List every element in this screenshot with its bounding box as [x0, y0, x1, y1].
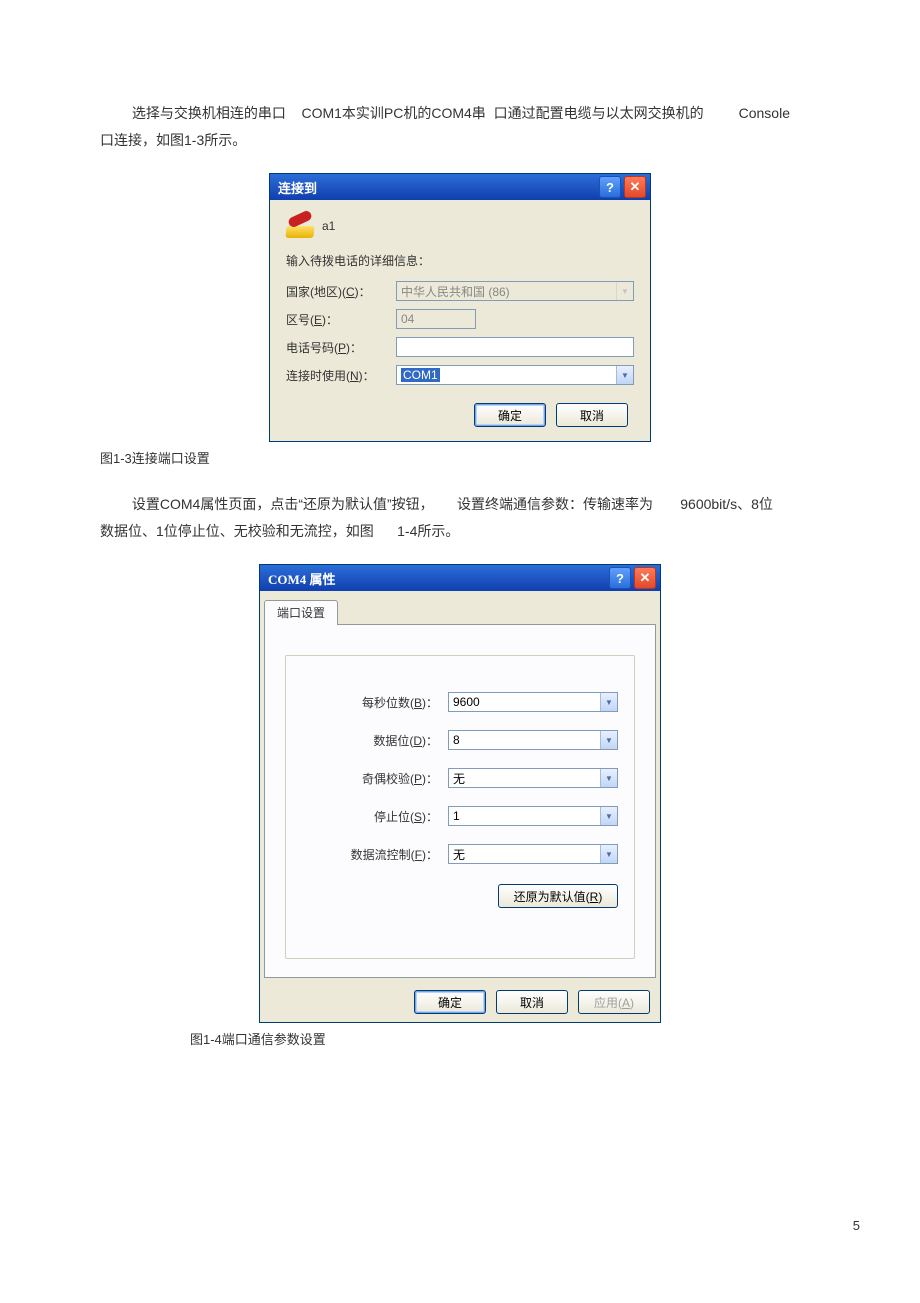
tab-port-settings[interactable]: 端口设置 [264, 600, 338, 625]
phone-input[interactable] [396, 337, 634, 357]
stopbits-combo[interactable]: ▼ [448, 806, 618, 826]
apply-button[interactable]: 应用(A) [578, 990, 650, 1014]
text: 选择与交换机相连的串口 [132, 105, 286, 121]
parity-input [448, 768, 618, 788]
paragraph-2: 设置COM4属性页面，点击“还原为默认值”按钮， 设置终端通信参数：传输速率为 … [100, 491, 820, 544]
text: COM1本实训PC机的COM4串 [301, 105, 485, 121]
chevron-down-icon[interactable]: ▼ [616, 366, 633, 384]
bps-combo[interactable]: ▼ [448, 692, 618, 712]
chevron-down-icon[interactable]: ▼ [600, 807, 617, 825]
parity-label: 奇偶校验(P)： [302, 770, 448, 787]
help-button[interactable]: ? [609, 567, 631, 589]
country-combo[interactable]: ▼ [396, 281, 634, 301]
bps-input [448, 692, 618, 712]
text: 口通过配置电缆与以太网交换机的 [494, 105, 704, 121]
chevron-down-icon[interactable]: ▼ [600, 731, 617, 749]
ok-button[interactable]: 确定 [474, 403, 546, 427]
connection-name: a1 [322, 219, 335, 233]
titlebar: COM4 属性 ? ✕ [260, 565, 660, 591]
chevron-down-icon: ▼ [616, 282, 633, 300]
databits-combo[interactable]: ▼ [448, 730, 618, 750]
phone-label: 电话号码(P)： [286, 339, 396, 356]
databits-input [448, 730, 618, 750]
parity-combo[interactable]: ▼ [448, 768, 618, 788]
tab-panel: 每秒位数(B)： ▼ 数据位(D)： ▼ [264, 624, 656, 978]
text: 9600bit/s、8位 [680, 496, 773, 512]
close-button[interactable]: ✕ [634, 567, 656, 589]
country-input [396, 281, 634, 301]
bps-label: 每秒位数(B)： [302, 694, 448, 711]
connect-using-label: 连接时使用(N)： [286, 367, 396, 384]
paragraph-1: 选择与交换机相连的串口 COM1本实训PC机的COM4串 口通过配置电缆与以太网… [100, 100, 820, 153]
country-label: 国家(地区)(C)： [286, 283, 396, 300]
close-button[interactable]: ✕ [624, 176, 646, 198]
flowctrl-combo[interactable]: ▼ [448, 844, 618, 864]
area-input [396, 309, 476, 329]
text: 1-4所示。 [397, 523, 459, 539]
phone-icon [286, 214, 314, 238]
cancel-button[interactable]: 取消 [496, 990, 568, 1014]
restore-defaults-button[interactable]: 还原为默认值(R) [498, 884, 618, 908]
databits-label: 数据位(D)： [302, 732, 448, 749]
text: 口连接，如图1-3所示。 [100, 132, 246, 148]
chevron-down-icon[interactable]: ▼ [600, 769, 617, 787]
text: 设置终端通信参数：传输速率为 [457, 496, 653, 512]
text: 设置COM4属性页面，点击“还原为默认值”按钮， [132, 496, 434, 512]
cancel-button[interactable]: 取消 [556, 403, 628, 427]
text: 数据位、1位停止位、无校验和无流控，如图 [100, 523, 374, 539]
text: Console [739, 105, 790, 121]
chevron-down-icon[interactable]: ▼ [600, 845, 617, 863]
help-button[interactable]: ? [599, 176, 621, 198]
flowctrl-input [448, 844, 618, 864]
connect-to-dialog: 连接到 ? ✕ a1 输入待拨电话的详细信息： 国家(地区)(C)： ▼ [269, 173, 651, 442]
titlebar: 连接到 ? ✕ [270, 174, 650, 200]
figure-caption-2: 图1-4端口通信参数设置 [190, 1029, 820, 1048]
prompt-text: 输入待拨电话的详细信息： [286, 252, 634, 269]
ok-button[interactable]: 确定 [414, 990, 486, 1014]
com-properties-dialog: COM4 属性 ? ✕ 端口设置 每秒位数(B)： ▼ [259, 564, 661, 1023]
stopbits-label: 停止位(S)： [302, 808, 448, 825]
dialog-title: COM4 属性 [268, 569, 606, 588]
connect-using-combo[interactable]: COM1 ▼ [396, 365, 634, 385]
area-label: 区号(E)： [286, 311, 396, 328]
stopbits-input [448, 806, 618, 826]
figure-caption-1: 图1-3连接端口设置 [100, 448, 820, 467]
flowctrl-label: 数据流控制(F)： [302, 846, 448, 863]
chevron-down-icon[interactable]: ▼ [600, 693, 617, 711]
page-number: 5 [853, 1218, 860, 1233]
dialog-title: 连接到 [278, 178, 596, 197]
connect-using-value: COM1 [401, 368, 440, 382]
